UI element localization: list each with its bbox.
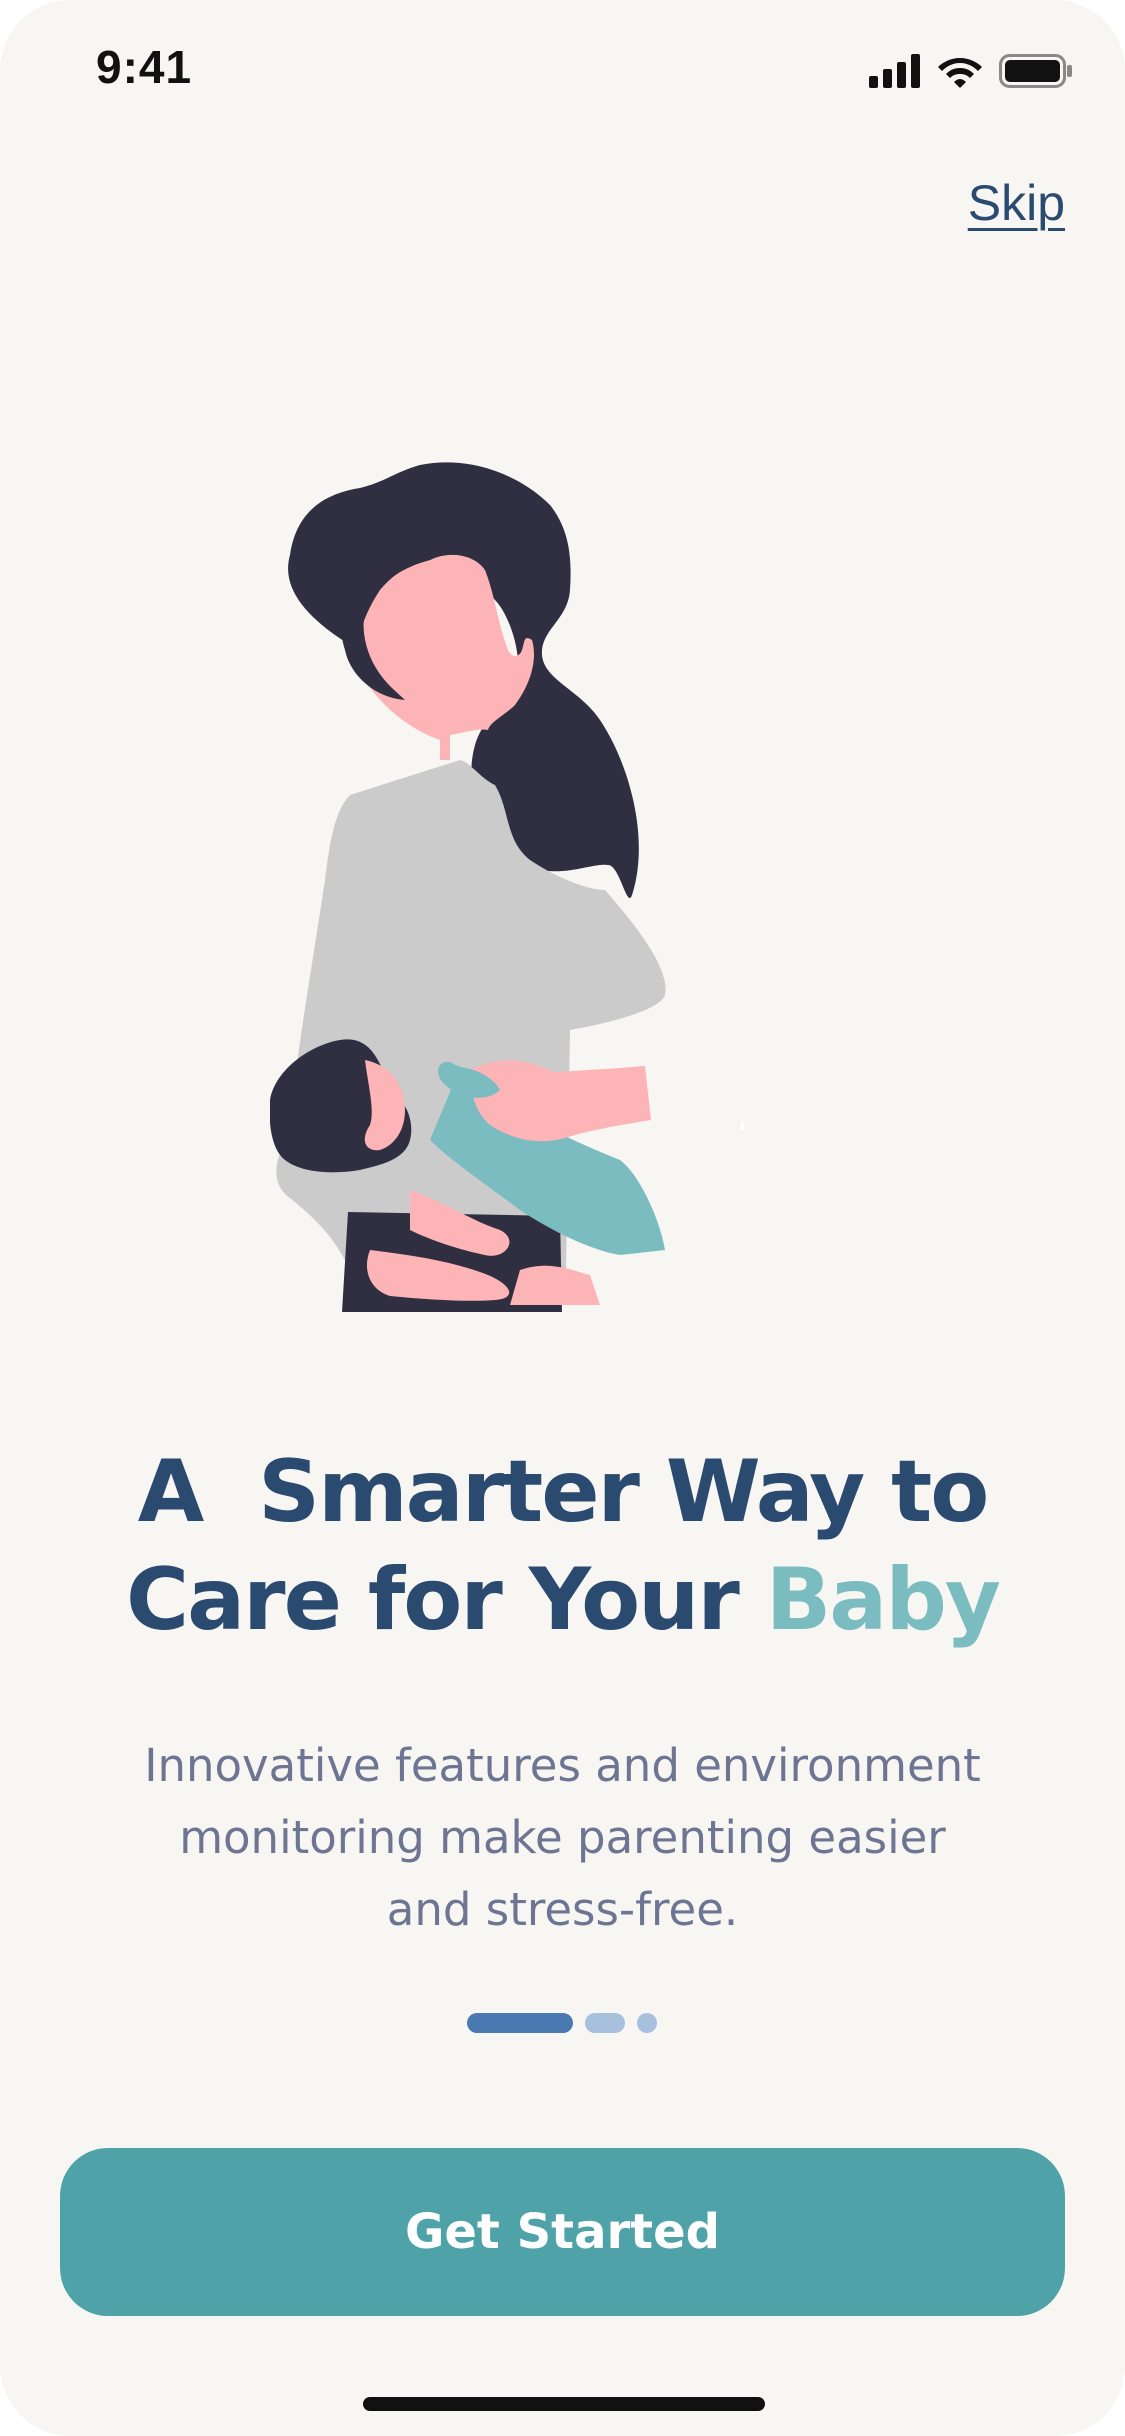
home-indicator[interactable]	[363, 2397, 765, 2411]
get-started-button[interactable]: Get Started	[60, 2148, 1065, 2316]
description-line-3: and stress-free.	[386, 1883, 739, 1936]
skip-button[interactable]: Skip	[968, 174, 1065, 232]
description-line-1: Innovative features and environment	[144, 1739, 981, 1792]
headline-line-2-prefix: Care for Your	[126, 1550, 766, 1650]
headline-line-1: A Smarter Way to	[137, 1442, 990, 1542]
onboarding-headline: A Smarter Way to Care for Your Baby	[0, 1438, 1125, 1654]
page-indicator	[467, 2013, 657, 2033]
status-icons	[869, 54, 1073, 88]
battery-icon	[999, 54, 1072, 88]
headline-accent-word: Baby	[765, 1550, 1001, 1650]
status-time: 9:41	[96, 41, 193, 93]
mother-arm	[470, 1060, 651, 1142]
description-line-2: monitoring make parenting easier	[179, 1811, 946, 1864]
page-indicator-dot-active[interactable]	[467, 2013, 573, 2033]
status-bar: 9:41	[0, 0, 1125, 140]
page-indicator-dot[interactable]	[585, 2013, 625, 2033]
wifi-icon	[938, 58, 982, 88]
onboarding-description: Innovative features and environment moni…	[100, 1730, 1025, 1946]
mother-holding-baby-illustration	[270, 462, 745, 1312]
onboarding-screen: 9:41 Skip A Smarter Way to Care for Your…	[0, 0, 1125, 2436]
page-indicator-dot[interactable]	[637, 2013, 657, 2033]
cellular-signal-icon	[869, 54, 920, 88]
headline-line-2: Care for Your Baby	[0, 1546, 1125, 1654]
